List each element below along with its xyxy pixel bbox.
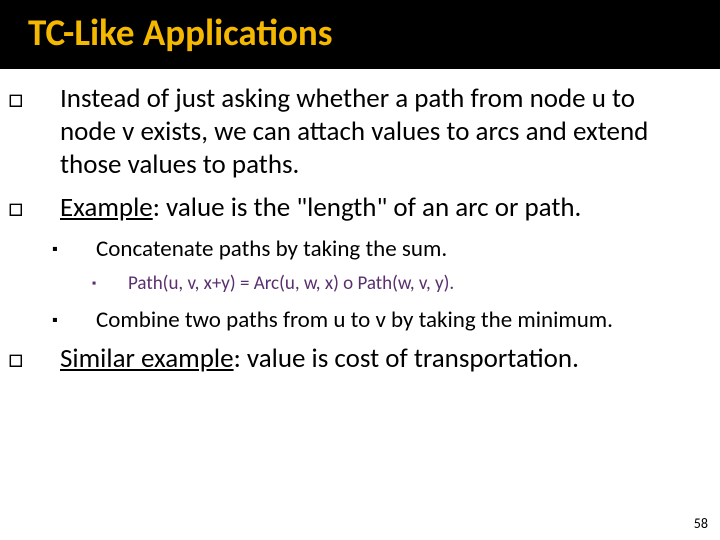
subbullet-concatenate: ▪Concatenate paths by taking the sum. <box>74 235 690 264</box>
hollow-square-icon: □ <box>34 83 60 115</box>
subbullet-combine: ▪Combine two paths from u to v by taking… <box>74 306 690 335</box>
bullet-label: Example <box>60 191 153 224</box>
bullet-text: Instead of just asking whether a path fr… <box>60 82 648 181</box>
solid-square-icon: ▪ <box>74 311 96 331</box>
slide-body: □Instead of just asking whether a path f… <box>0 69 720 376</box>
subsubbullet-text: Path(u, v, x+y) = Arc(u, w, x) o Path(w,… <box>128 272 454 295</box>
bullet-example: □Example: value is the "length" of an ar… <box>34 192 690 225</box>
hollow-square-icon: □ <box>34 343 60 375</box>
bullet-instead: □Instead of just asking whether a path f… <box>34 83 690 182</box>
solid-square-icon: ▪ <box>74 240 96 260</box>
bullet-rest: : value is the "length" of an arc or pat… <box>153 191 582 224</box>
bullet-label: Similar example <box>60 342 234 375</box>
title-bar: TC-Like Applications <box>0 0 720 69</box>
slide-title: TC-Like Applications <box>28 10 720 55</box>
bullet-similar-example: □Similar example: value is cost of trans… <box>34 343 690 376</box>
bullet-rest: : value is cost of transportation. <box>234 342 579 375</box>
page-number: 58 <box>694 515 708 532</box>
hollow-square-icon: □ <box>34 192 60 224</box>
subbullet-text: Combine two paths from u to v by taking … <box>96 306 613 334</box>
subsubbullet-path-formula: ▪Path(u, v, x+y) = Arc(u, w, x) o Path(w… <box>110 272 690 297</box>
subbullet-text: Concatenate paths by taking the sum. <box>96 235 447 263</box>
solid-square-icon: ▪ <box>110 277 128 293</box>
